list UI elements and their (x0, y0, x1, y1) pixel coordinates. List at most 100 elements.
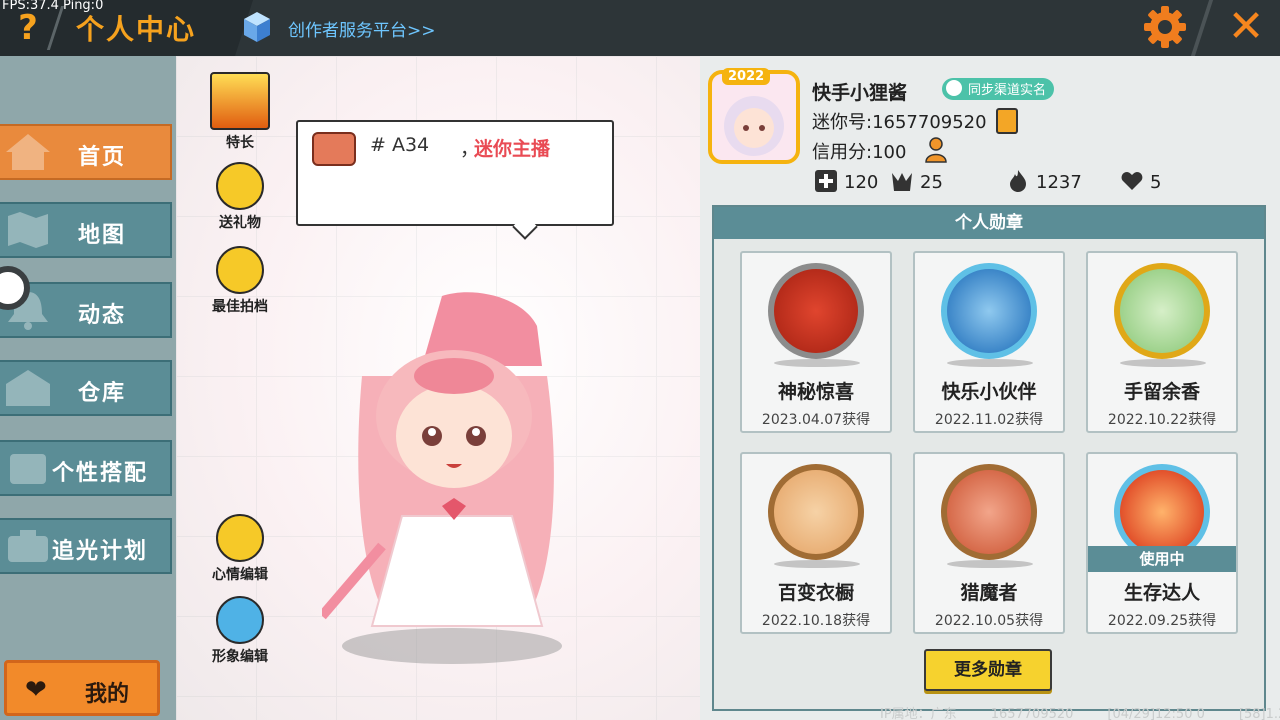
profile-header: 2022 快手小狸酱 同步渠道实名 迷你号:1657709520 信用分:100… (700, 56, 1280, 206)
more-medals-button[interactable]: 更多勋章 (924, 649, 1052, 691)
page-title: 个人中心 (76, 13, 197, 46)
help-button[interactable]: ? (10, 8, 46, 48)
ip-location: IP属地：广东 (880, 707, 957, 720)
stat-popularity: 1237 (1006, 169, 1082, 193)
mine-button-label: 我的 (85, 682, 130, 707)
talent-button[interactable]: 特长 (204, 72, 276, 152)
medal-name: 快乐小伙伴 (941, 381, 1037, 403)
map-icon (8, 212, 48, 248)
copy-icon[interactable] (996, 108, 1018, 134)
sidebar-item-label: 地图 (78, 223, 127, 248)
medal-name: 百变衣橱 (777, 582, 854, 604)
medal-name: 神秘惊喜 (777, 381, 854, 403)
bubble-role: 迷你主播 (474, 138, 551, 160)
realname-badge-label: 同步渠道实名 (968, 83, 1047, 98)
close-button[interactable]: ✕ (1222, 4, 1270, 50)
medal-date: 2022.10.18获得 (761, 613, 871, 629)
gift-icon (216, 162, 264, 210)
best-partner-label: 最佳拍档 (212, 299, 268, 315)
sidebar-item-map[interactable]: 地图 (0, 202, 172, 258)
swords-medal-icon (941, 464, 1037, 560)
look-edit-label: 形象编辑 (212, 649, 268, 665)
sidebar-item-label: 追光计划 (52, 539, 149, 564)
medal-date: 2022.11.02获得 (934, 412, 1044, 428)
medals-panel: 个人勋章 神秘惊喜 2023.04.07获得 快乐小伙伴 2022.11.02获… (712, 205, 1266, 711)
person-icon (946, 80, 962, 96)
sidebar-item-label: 动态 (78, 303, 127, 328)
stat-value: 120 (844, 172, 879, 193)
fragrance-medal-icon (1114, 263, 1210, 359)
medal-shadow (947, 359, 1033, 367)
in-use-badge: 使用中 (1088, 546, 1236, 572)
wardrobe-medal-icon (768, 464, 864, 560)
medal-card[interactable]: 猎魔者 2022.10.05获得 (913, 452, 1065, 634)
year-badge: 2022 (722, 68, 771, 85)
house-icon (6, 134, 50, 170)
best-partner-button[interactable]: 最佳拍档 (204, 246, 276, 316)
sidebar-item-label: 个性搭配 (52, 461, 149, 486)
medal-date: 2023.04.07获得 (761, 412, 871, 428)
footer-timestamp: [04/29]12:50 0 (1107, 707, 1205, 720)
top-bar: FPS:37.4 Ping:0 ? 个人中心 创作者服务平台>> ✕ (0, 0, 1280, 56)
medal-shadow (774, 560, 860, 568)
mine-button[interactable]: ❤ 我的 (4, 660, 160, 716)
talent-flame-icon (210, 72, 270, 130)
send-gift-button[interactable]: 送礼物 (204, 162, 276, 232)
medal-date: 2022.10.22获得 (1107, 412, 1217, 428)
creator-cube-icon[interactable] (242, 10, 272, 44)
username: 快手小狸酱 (812, 82, 908, 104)
medal-shadow (1120, 359, 1206, 367)
sidebar-item-label: 仓库 (78, 381, 127, 406)
storehouse-icon (6, 370, 50, 406)
footer-user-id: 1657709520 (990, 707, 1074, 720)
medal-shadow (774, 359, 860, 367)
status-speech-bubble: # A34 ， 迷你主播 (296, 120, 614, 226)
stat-likes: 5 (1120, 169, 1161, 193)
player-avatar-figure[interactable] (322, 286, 602, 666)
sidebar-item-home[interactable]: 首页 (0, 124, 172, 180)
sidebar: 首页 地图 动态 仓库 个性搭配 追光计划 ❤ 我的 (0, 56, 176, 720)
toolbar-divider (1190, 0, 1214, 56)
mood-edit-button[interactable]: 心情编辑 (204, 514, 276, 584)
camera-icon (8, 530, 48, 562)
sidebar-item-label: 首页 (78, 145, 127, 170)
crown-icon (892, 173, 912, 191)
medal-card[interactable]: 神秘惊喜 2023.04.07获得 (740, 251, 892, 433)
medal-name: 生存达人 (1123, 582, 1200, 604)
friends-medal-icon (941, 263, 1037, 359)
flame-icon (1010, 170, 1026, 192)
edit-pencil-icon (216, 514, 264, 562)
heart-icon (1121, 172, 1143, 190)
medal-card[interactable]: 快乐小伙伴 2022.11.02获得 (913, 251, 1065, 433)
stat-value: 25 (920, 172, 943, 193)
medal-name: 猎魔者 (960, 582, 1018, 604)
credit-person-icon[interactable] (924, 136, 952, 164)
footer-info: IP属地：广东 1657709520 [04/29]12:50 0 [58]1.25.… (880, 703, 1280, 720)
sidebar-item-spotlight[interactable]: 追光计划 (0, 518, 172, 574)
handshake-icon (216, 246, 264, 294)
medal-card[interactable]: 使用中 生存达人 2022.09.25获得 (1086, 452, 1238, 634)
send-gift-label: 送礼物 (219, 215, 261, 231)
medal-card[interactable]: 百变衣橱 2022.10.18获得 (740, 452, 892, 634)
talent-label: 特长 (226, 135, 254, 151)
look-edit-button[interactable]: 形象编辑 (204, 596, 276, 666)
plus-square-icon (815, 170, 837, 192)
medal-date: 2022.09.25获得 (1107, 613, 1217, 629)
creator-platform-link[interactable]: 创作者服务平台>> (288, 16, 436, 41)
anchor-badge-icon (312, 132, 356, 166)
mini-id: 迷你号:1657709520 (812, 112, 987, 133)
medal-shadow (947, 560, 1033, 568)
bubble-id: # A34 (370, 134, 430, 156)
gear-icon[interactable] (1142, 4, 1188, 50)
medal-name: 手留余香 (1123, 381, 1200, 403)
medal-card[interactable]: 手留余香 2022.10.22获得 (1086, 251, 1238, 433)
outfit-icon (10, 454, 46, 484)
fps-readout: FPS:37.4 Ping:0 (2, 0, 104, 13)
sidebar-item-storage[interactable]: 仓库 (0, 360, 172, 416)
stat-posts: 120 (814, 169, 878, 193)
footer-version: [58]1.25.6 (1238, 707, 1280, 720)
heart-icon: ❤ (25, 675, 47, 705)
realname-badge[interactable]: 同步渠道实名 (942, 78, 1055, 100)
avatar-stage: 特长 送礼物 最佳拍档 心情编辑 形象编辑 # A34 ， 迷你主播 (176, 56, 700, 720)
sidebar-item-outfit[interactable]: 个性搭配 (0, 440, 172, 496)
